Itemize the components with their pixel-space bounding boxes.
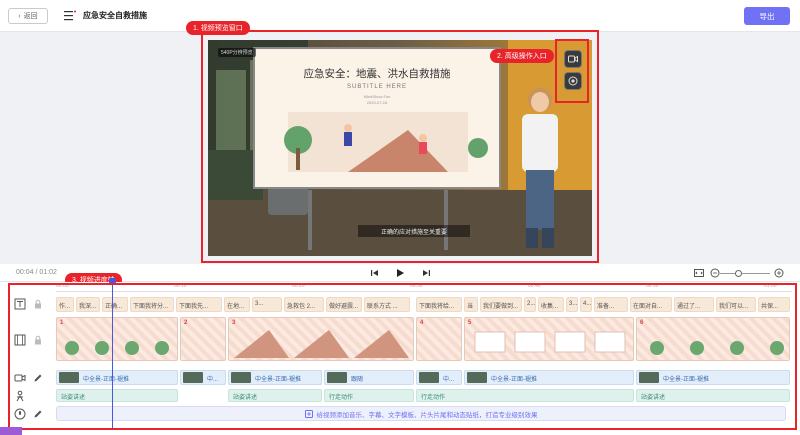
list-menu-icon[interactable] <box>64 10 76 21</box>
back-button[interactable]: ‹ 返回 <box>8 8 48 24</box>
play-icon[interactable] <box>395 268 405 278</box>
zoom-slider-track[interactable] <box>720 273 770 274</box>
export-button[interactable]: 导出 <box>744 7 790 25</box>
annotation-progress-box <box>8 283 797 430</box>
chevron-left-icon: ‹ <box>18 12 21 20</box>
zoom-in-icon[interactable] <box>774 268 784 278</box>
annotation-advanced-box <box>555 39 589 103</box>
zoom-out-icon[interactable] <box>710 268 720 278</box>
annotation-preview-box <box>201 30 599 263</box>
fit-timeline-icon[interactable] <box>694 268 704 278</box>
project-title: 应急安全自救措施 <box>83 11 147 20</box>
skip-forward-icon[interactable] <box>421 268 431 278</box>
back-label: 返回 <box>23 13 38 20</box>
annotation-preview-tag: 1. 视频预览窗口 <box>186 21 250 35</box>
skip-back-icon[interactable] <box>370 268 380 278</box>
zoom-slider-handle[interactable] <box>735 270 742 277</box>
corner-tag <box>0 427 22 435</box>
annotation-advanced-tag: 2. 高级操作入口 <box>490 49 554 63</box>
top-bar: ‹ 返回 应急安全自救措施 导出 <box>0 0 800 32</box>
time-display: 00:04 / 01:02 <box>16 269 57 276</box>
